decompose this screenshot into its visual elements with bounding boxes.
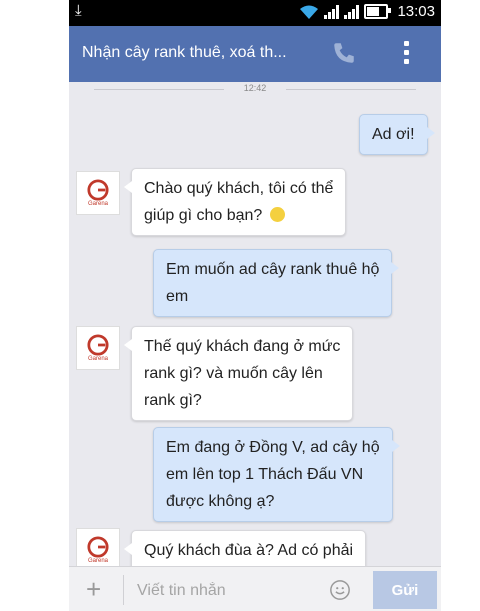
emoji-icon[interactable] <box>329 579 351 601</box>
message-line: Thế quý khách đang ở mức <box>144 338 341 355</box>
signal-icon-2 <box>344 4 360 19</box>
avatar[interactable]: Garena <box>76 326 120 370</box>
message-line: em <box>166 288 189 305</box>
message-incoming[interactable]: Thế quý khách đang ở mức rank gì? và muố… <box>123 326 354 421</box>
message-line: rank gì? <box>144 392 202 409</box>
attach-plus-icon[interactable]: + <box>86 576 101 602</box>
message-line: giúp gì cho bạn? <box>144 207 263 224</box>
message-text: Ad ơi! <box>372 126 415 143</box>
message-composer: + Gửi <box>69 566 441 611</box>
avatar[interactable]: Garena <box>76 171 120 215</box>
conversation-title[interactable]: Nhận cây rank thuê, xoá th... <box>82 44 287 62</box>
phone-screen: ⤓ 13:03 Nhận cây rank thuê, xoá th... 12… <box>69 0 441 611</box>
message-line: Chào quý khách, tôi có thể <box>144 180 334 197</box>
message-timestamp: 12:42 <box>69 83 441 93</box>
avatar-brand: Garena <box>87 557 108 564</box>
conversation-header: Nhận cây rank thuê, xoá th... <box>69 26 441 82</box>
download-icon: ⤓ <box>75 2 82 19</box>
message-line: Em đang ở Đồng V, ad cây hộ <box>166 439 380 456</box>
message-line: em lên top 1 Thách Đấu VN <box>166 466 364 483</box>
status-bar: ⤓ 13:03 <box>69 0 441 26</box>
signal-icon <box>324 4 340 19</box>
garena-logo-icon <box>87 178 109 201</box>
overflow-menu-icon[interactable] <box>404 41 410 68</box>
send-button[interactable]: Gửi <box>373 571 437 609</box>
phone-call-icon[interactable] <box>331 40 357 66</box>
smiley-emoji-icon <box>269 207 285 222</box>
message-outgoing[interactable]: Ad ơi! <box>359 114 434 155</box>
wifi-icon <box>300 5 319 19</box>
avatar-brand: Garena <box>87 200 108 207</box>
message-line: Quý khách đùa à? Ad có phải <box>144 542 354 559</box>
message-incoming[interactable]: Chào quý khách, tôi có thể giúp gì cho b… <box>123 168 347 236</box>
message-line: rank gì? và muốn cây lên <box>144 365 323 382</box>
clock: 13:03 <box>397 3 435 20</box>
battery-icon <box>364 4 392 19</box>
garena-logo-icon <box>87 333 109 356</box>
message-outgoing[interactable]: Em đang ở Đồng V, ad cây hộ em lên top 1… <box>153 427 400 522</box>
message-line: Em muốn ad cây rank thuê hộ <box>166 261 380 278</box>
message-outgoing[interactable]: Em muốn ad cây rank thuê hộ em <box>153 249 400 317</box>
avatar-brand: Garena <box>87 355 108 362</box>
divider <box>123 575 124 605</box>
message-line: được không ạ? <box>166 493 275 510</box>
garena-logo-icon <box>87 535 109 558</box>
